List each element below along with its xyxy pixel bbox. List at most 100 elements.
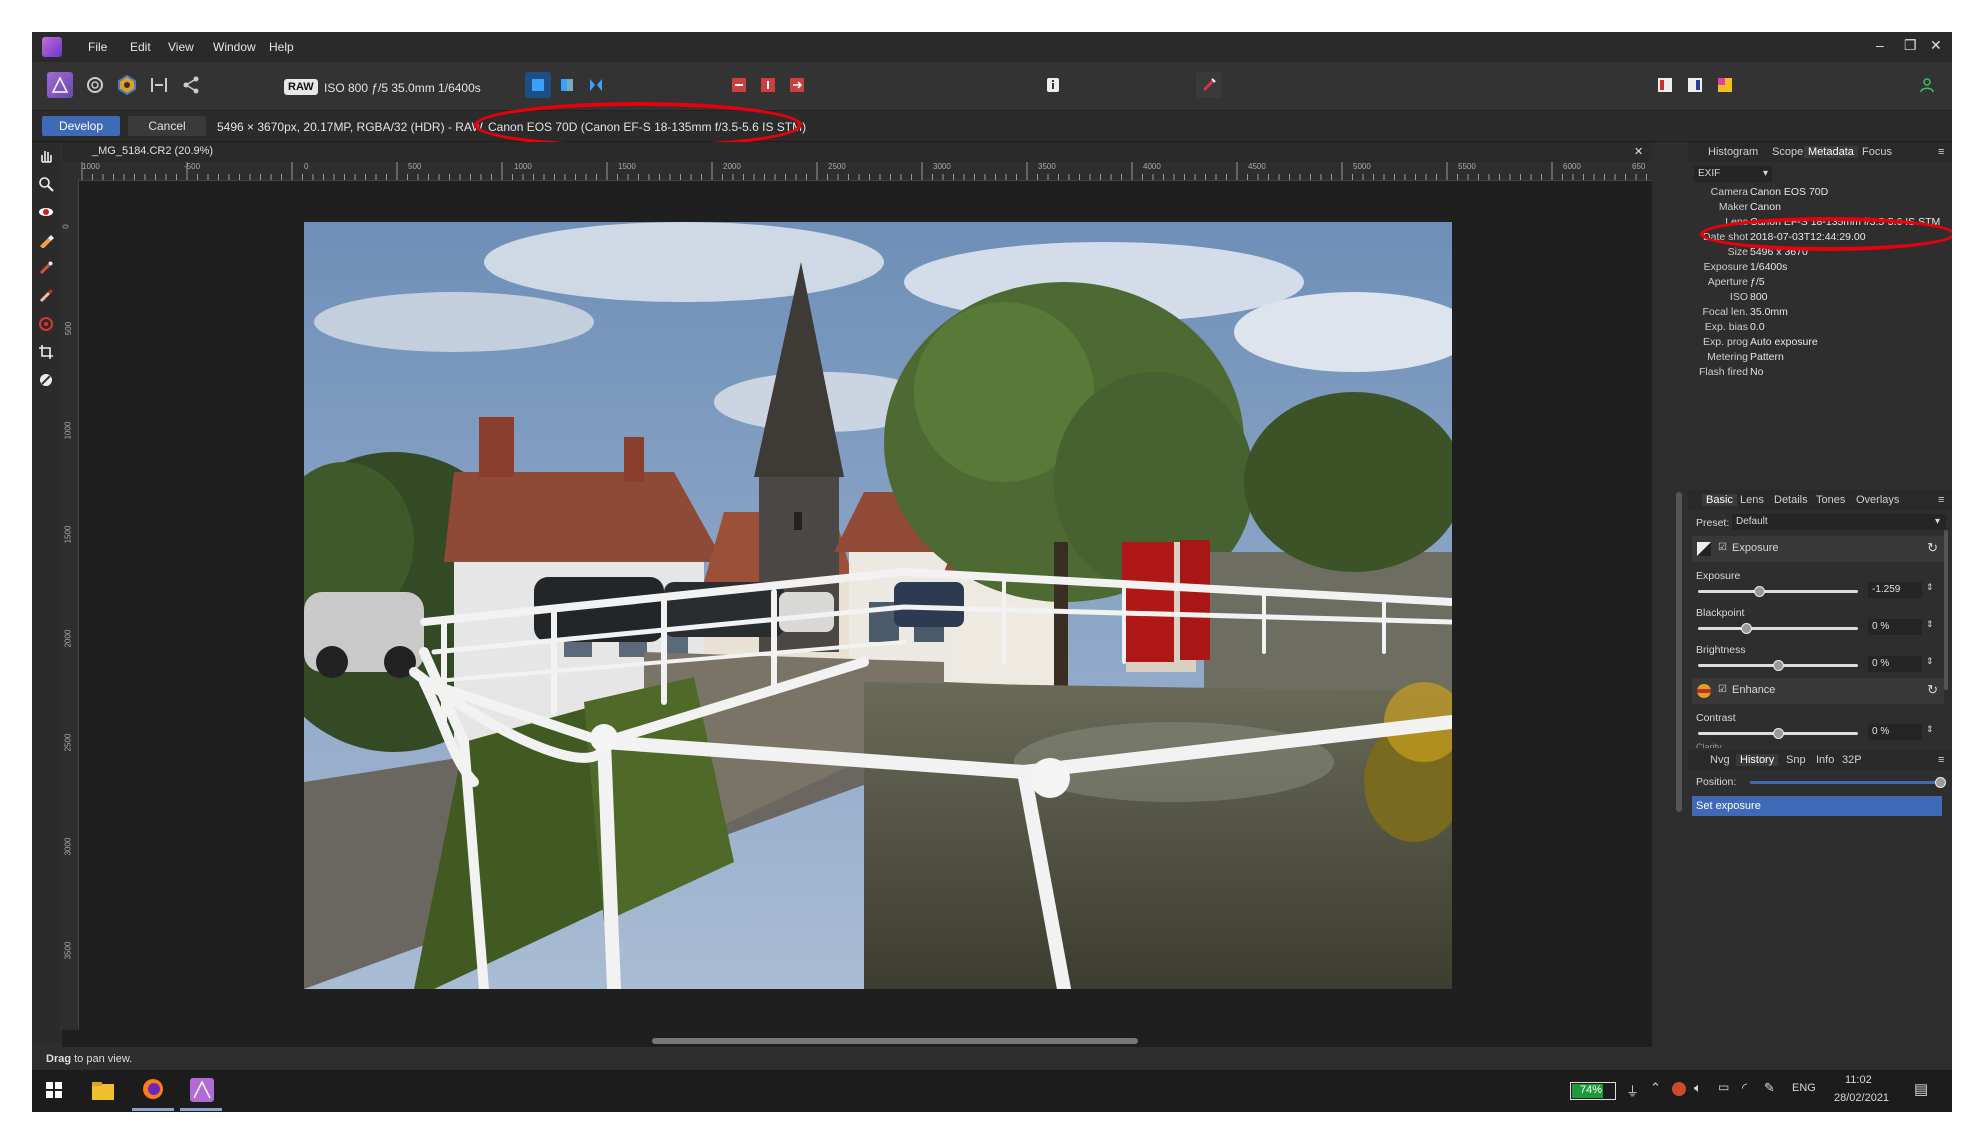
blemish-removal-tool-icon[interactable] [36, 230, 56, 250]
contrast-value-field[interactable]: 0 % [1868, 724, 1922, 740]
wifi-icon[interactable]: ◜ [1742, 1080, 1747, 1096]
split-view-icon[interactable] [554, 72, 580, 98]
stepper-icon[interactable]: ⇕ [1926, 582, 1934, 593]
tab-tones[interactable]: Tones [1816, 494, 1845, 506]
tab-lens[interactable]: Lens [1740, 494, 1764, 506]
close-window-icon[interactable]: ✕ [1930, 37, 1942, 54]
display-icon[interactable]: ▭ [1718, 1080, 1729, 1094]
language-indicator[interactable]: ENG [1792, 1082, 1816, 1094]
tab-info[interactable]: Info [1816, 754, 1834, 766]
mirror-view-icon[interactable] [583, 72, 609, 98]
reset-icon[interactable]: ↻ [1927, 540, 1938, 556]
slider-knob[interactable] [1741, 623, 1752, 634]
menu-help[interactable]: Help [269, 40, 294, 54]
exif-dropdown[interactable]: EXIF ▾ [1694, 166, 1772, 182]
plug-icon[interactable]: ⏚ [1626, 1081, 1639, 1100]
slider-knob[interactable] [1773, 660, 1784, 671]
panel-menu-icon[interactable]: ≡ [1938, 494, 1944, 506]
brush-tool-icon[interactable] [36, 258, 56, 278]
tab-details[interactable]: Details [1774, 494, 1808, 506]
clipped-highlights-icon[interactable] [726, 72, 752, 98]
tab-overlays[interactable]: Overlays [1856, 494, 1899, 506]
develop-persona-icon[interactable] [114, 72, 140, 98]
close-document-icon[interactable]: ✕ [1634, 145, 1643, 158]
tab-histogram[interactable]: Histogram [1708, 146, 1758, 158]
tab-basic[interactable]: Basic [1702, 494, 1737, 506]
minimize-icon[interactable]: – [1876, 37, 1884, 53]
app-tray-icon[interactable] [1672, 1082, 1686, 1096]
menu-view[interactable]: View [168, 40, 194, 54]
checkbox-icon[interactable]: ☑ [1718, 684, 1727, 695]
develop-panel-scrollbar[interactable] [1944, 530, 1948, 690]
zoom-tool-icon[interactable] [36, 174, 56, 194]
chevron-up-icon[interactable]: ⌃ [1650, 1080, 1661, 1096]
white-balance-tool-icon[interactable] [36, 370, 56, 390]
menu-window[interactable]: Window [213, 40, 256, 54]
vertical-scrollbar[interactable] [1676, 492, 1682, 812]
tab-32-bit-preview[interactable]: 32P [1842, 754, 1862, 766]
volume-icon[interactable]: 🔈︎ [1694, 1080, 1702, 1096]
tab-scope[interactable]: Scope [1772, 146, 1803, 158]
red-eye-tool-icon[interactable] [36, 202, 56, 222]
crop-tool-icon[interactable] [36, 342, 56, 362]
history-item-selected[interactable]: Set exposure [1692, 796, 1942, 816]
liquify-persona-icon[interactable] [82, 72, 108, 98]
menu-edit[interactable]: Edit [130, 40, 151, 54]
tab-navigator[interactable]: Nvg [1710, 754, 1730, 766]
document-tab[interactable]: _MG_5184.CR2 (20.9%) ✕ [62, 142, 1652, 162]
battery-indicator[interactable]: 74% [1570, 1082, 1616, 1100]
panel-menu-icon[interactable]: ≡ [1938, 754, 1944, 766]
notifications-icon[interactable]: ▤ [1914, 1080, 1928, 1098]
export-persona-icon[interactable] [178, 72, 204, 98]
clock-time[interactable]: 11:02 [1845, 1074, 1872, 1086]
before-view-icon[interactable] [525, 72, 551, 98]
tone-mapping-persona-icon[interactable] [146, 72, 172, 98]
info-icon[interactable] [1040, 72, 1066, 98]
assistant-icon[interactable] [1196, 72, 1222, 98]
enhance-group-header[interactable]: ☑ Enhance ↻ [1692, 678, 1944, 704]
affinity-photo-taskbar-icon[interactable] [190, 1078, 214, 1107]
slider-value-field[interactable]: -1.259 [1868, 582, 1922, 598]
horizontal-scrollbar[interactable] [652, 1038, 1138, 1044]
tab-history[interactable]: History [1736, 754, 1779, 766]
erase-brush-tool-icon[interactable] [36, 286, 56, 306]
gradient-tool-icon[interactable] [36, 314, 56, 334]
firefox-icon[interactable] [142, 1078, 164, 1105]
restore-icon[interactable]: ❐ [1904, 37, 1917, 54]
vertical-ruler: 0 500 1000 1500 2000 2500 3000 3500 [62, 180, 79, 1030]
clock-date[interactable]: 28/02/2021 [1834, 1092, 1889, 1104]
stepper-icon[interactable]: ⇕ [1926, 656, 1934, 667]
user-account-icon[interactable] [1914, 72, 1940, 98]
tab-metadata[interactable]: Metadata [1804, 146, 1858, 158]
slider-value-field[interactable]: 0 % [1868, 619, 1922, 635]
layout-left-icon[interactable] [1652, 72, 1678, 98]
exposure-group-header[interactable]: ☑ Exposure ↻ [1692, 536, 1944, 562]
clipped-shadows-icon[interactable] [755, 72, 781, 98]
slider-track[interactable] [1698, 590, 1858, 593]
slider-value-field[interactable]: 0 % [1868, 656, 1922, 672]
stepper-icon[interactable]: ⇕ [1926, 724, 1934, 735]
file-explorer-icon[interactable] [92, 1080, 114, 1105]
history-position-slider[interactable] [1750, 781, 1940, 784]
hand-tool-icon[interactable] [36, 146, 56, 166]
contrast-slider-knob[interactable] [1773, 728, 1784, 739]
pen-icon[interactable]: ✎ [1764, 1080, 1775, 1096]
windows-start-icon[interactable] [46, 1082, 62, 1103]
slider-track[interactable] [1698, 627, 1858, 630]
photo-persona-icon[interactable] [47, 72, 73, 98]
stepper-icon[interactable]: ⇕ [1926, 619, 1934, 630]
reset-icon[interactable]: ↻ [1927, 682, 1938, 698]
preset-dropdown[interactable]: Default ▾ [1732, 514, 1946, 530]
checkbox-icon[interactable]: ☑ [1718, 542, 1727, 553]
panel-menu-icon[interactable]: ≡ [1938, 146, 1944, 158]
clipped-tones-icon[interactable] [784, 72, 810, 98]
tab-snapshots[interactable]: Snp [1786, 754, 1806, 766]
tab-focus[interactable]: Focus [1862, 146, 1892, 158]
layout-right-icon[interactable] [1682, 72, 1708, 98]
menu-file[interactable]: File [88, 40, 107, 54]
slider-knob[interactable] [1753, 586, 1765, 597]
cancel-button[interactable]: Cancel [128, 116, 206, 136]
history-position-knob[interactable] [1935, 777, 1946, 788]
develop-button[interactable]: Develop [42, 116, 120, 136]
colour-panel-icon[interactable] [1712, 72, 1738, 98]
